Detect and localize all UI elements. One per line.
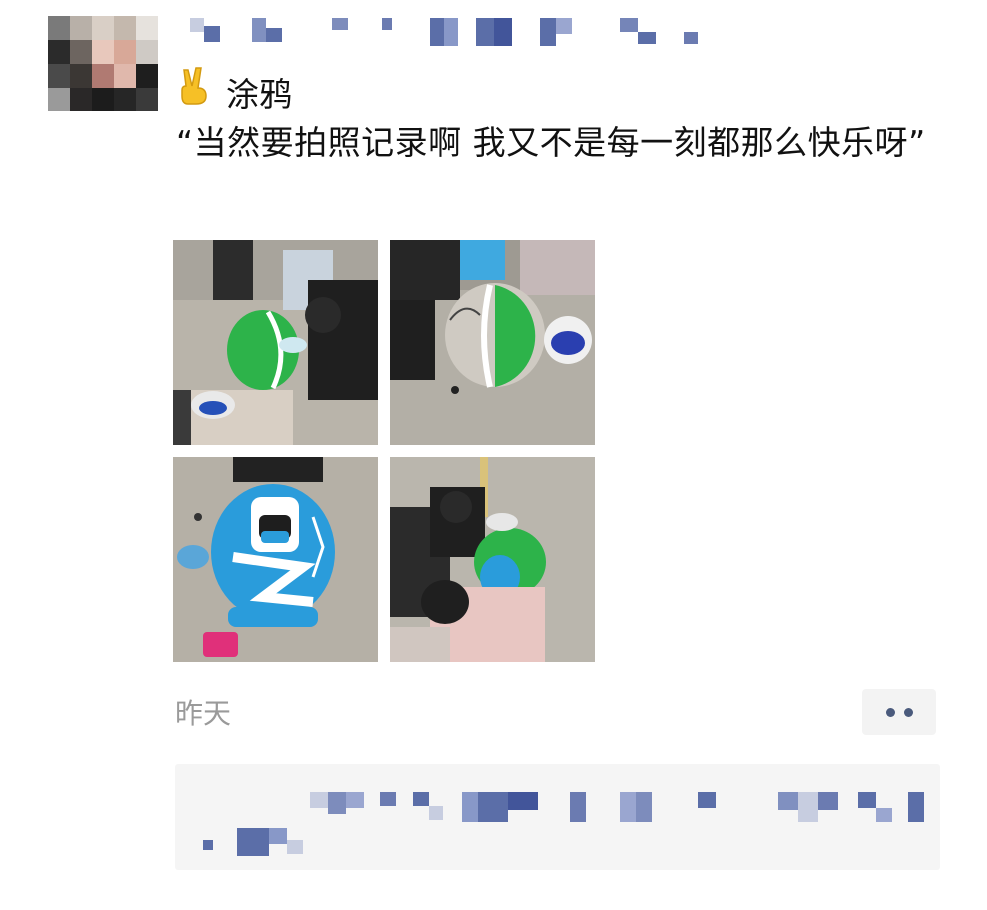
photo-green-white-ball-sketch[interactable] (390, 240, 595, 445)
username-blurred[interactable] (186, 14, 706, 48)
photo-blue-ball-nurse-mural[interactable] (173, 457, 378, 662)
photo-grid (173, 240, 595, 662)
victory-hand-emoji-icon (176, 66, 220, 118)
more-options-button[interactable] (862, 689, 936, 735)
more-dot-icon (885, 707, 895, 717)
post-title: 涂鸦 (176, 66, 292, 118)
timestamp: 昨天 (175, 697, 232, 730)
post-title-text: 涂鸦 (226, 75, 292, 114)
more-dot-icon (903, 707, 913, 717)
comment-area-blurred[interactable] (175, 764, 940, 870)
avatar[interactable] (48, 16, 158, 111)
photo-kids-painting-ball[interactable] (390, 457, 595, 662)
post-text: “当然要拍照记录啊 我又不是每一刻都那么快乐呀” (176, 123, 926, 162)
photo-painting-green-ball-1[interactable] (173, 240, 378, 445)
